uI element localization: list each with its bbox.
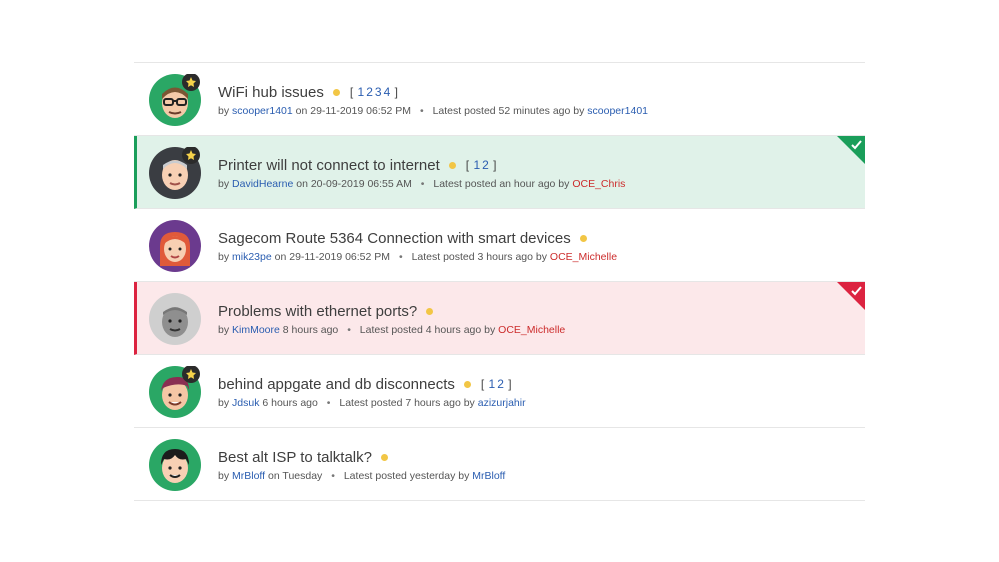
latest-posted-text: Latest posted an hour ago by	[433, 178, 570, 190]
separator: •	[347, 324, 351, 336]
thread-title[interactable]: WiFi hub issues	[218, 84, 324, 101]
latest-user-link[interactable]: OCE_Chris	[572, 178, 625, 190]
user-avatar[interactable]	[149, 220, 201, 272]
author-link[interactable]: mik23pe	[232, 251, 272, 263]
latest-posted-text: Latest posted yesterday by	[343, 470, 470, 482]
page-links: [ 1234 ]	[349, 85, 398, 99]
unread-dot-icon	[332, 88, 340, 96]
author-link[interactable]: DavidHearne	[232, 178, 293, 190]
user-avatar[interactable]	[149, 366, 201, 418]
thread-meta: by MrBloff on Tuesday • Latest posted ye…	[218, 470, 506, 482]
thread-title[interactable]: Best alt ISP to talktalk?	[218, 449, 372, 466]
unread-dot-icon	[579, 234, 587, 242]
unread-dot-icon	[380, 453, 388, 461]
user-avatar[interactable]	[149, 147, 201, 199]
unread-dot-icon	[463, 380, 471, 388]
thread-meta: by mik23pe on 29-11-2019 06:52 PM • Late…	[218, 251, 618, 263]
latest-user-link[interactable]: OCE_Michelle	[498, 324, 565, 336]
page-links: [ 12 ]	[465, 158, 497, 172]
latest-posted-text: Latest posted 52 minutes ago by	[432, 105, 585, 117]
separator: •	[419, 105, 424, 117]
author-link[interactable]: scooper1401	[232, 105, 293, 117]
thread-title[interactable]: Printer will not connect to internet	[218, 157, 440, 174]
post-date: 6 hours ago	[262, 397, 318, 409]
thread-title[interactable]: Sagecom Route 5364 Connection with smart…	[218, 230, 571, 247]
page-link[interactable]: 4	[384, 85, 391, 99]
thread-row[interactable]: Sagecom Route 5364 Connection with smart…	[134, 209, 865, 282]
post-date: on 20-09-2019 06:55 AM	[296, 178, 412, 190]
post-date: 8 hours ago	[282, 324, 339, 336]
user-avatar[interactable]	[149, 293, 201, 345]
author-link[interactable]: KimMoore	[232, 324, 280, 336]
page-link[interactable]: 1	[489, 377, 496, 391]
author-link[interactable]: MrBloff	[232, 470, 265, 482]
latest-user-link[interactable]: MrBloff	[472, 470, 505, 482]
check-corner-icon	[837, 282, 865, 310]
latest-user-link[interactable]: azizurjahir	[478, 397, 526, 409]
page-links: [ 12 ]	[480, 377, 512, 391]
thread-row[interactable]: Best alt ISP to talktalk? by MrBloff on …	[134, 428, 865, 501]
latest-posted-text: Latest posted 3 hours ago by	[411, 251, 547, 263]
latest-posted-text: Latest posted 7 hours ago by	[339, 397, 475, 409]
page-link[interactable]: 2	[482, 158, 489, 172]
thread-meta: by scooper1401 on 29-11-2019 06:52 PM • …	[218, 105, 648, 117]
thread-list: WiFi hub issues [ 1234 ] by scooper1401 …	[134, 62, 865, 501]
post-date: on 29-11-2019 06:52 PM	[295, 105, 412, 117]
separator: •	[420, 178, 425, 190]
latest-posted-text: Latest posted 4 hours ago by	[359, 324, 496, 336]
thread-title[interactable]: Problems with ethernet ports?	[218, 303, 417, 320]
latest-user-link[interactable]: scooper1401	[587, 105, 648, 117]
check-corner-icon	[837, 136, 865, 164]
thread-meta: by KimMoore 8 hours ago • Latest posted …	[218, 324, 566, 336]
thread-row[interactable]: WiFi hub issues [ 1234 ] by scooper1401 …	[134, 63, 865, 136]
thread-row[interactable]: behind appgate and db disconnects [ 12 ]…	[134, 355, 865, 428]
page-link[interactable]: 1	[358, 85, 365, 99]
page-link[interactable]: 1	[473, 158, 480, 172]
thread-meta: by Jdsuk 6 hours ago • Latest posted 7 h…	[218, 397, 526, 409]
thread-row-solved[interactable]: Problems with ethernet ports? by KimMoor…	[134, 282, 865, 355]
thread-title[interactable]: behind appgate and db disconnects	[218, 376, 455, 393]
separator: •	[398, 251, 403, 263]
user-avatar[interactable]	[149, 74, 201, 126]
post-date: on Tuesday	[268, 470, 323, 482]
page-link[interactable]: 2	[497, 377, 504, 391]
thread-row-solved[interactable]: Printer will not connect to internet [ 1…	[134, 136, 865, 209]
separator: •	[326, 397, 331, 409]
post-date: on 29-11-2019 06:52 PM	[274, 251, 391, 263]
latest-user-link[interactable]: OCE_Michelle	[550, 251, 617, 263]
author-link[interactable]: Jdsuk	[232, 397, 259, 409]
page-link[interactable]: 3	[375, 85, 382, 99]
unread-dot-icon	[426, 307, 434, 315]
unread-dot-icon	[448, 161, 456, 169]
thread-meta: by DavidHearne on 20-09-2019 06:55 AM • …	[218, 178, 626, 190]
page-link[interactable]: 2	[366, 85, 373, 99]
user-avatar[interactable]	[149, 439, 201, 491]
separator: •	[331, 470, 335, 482]
